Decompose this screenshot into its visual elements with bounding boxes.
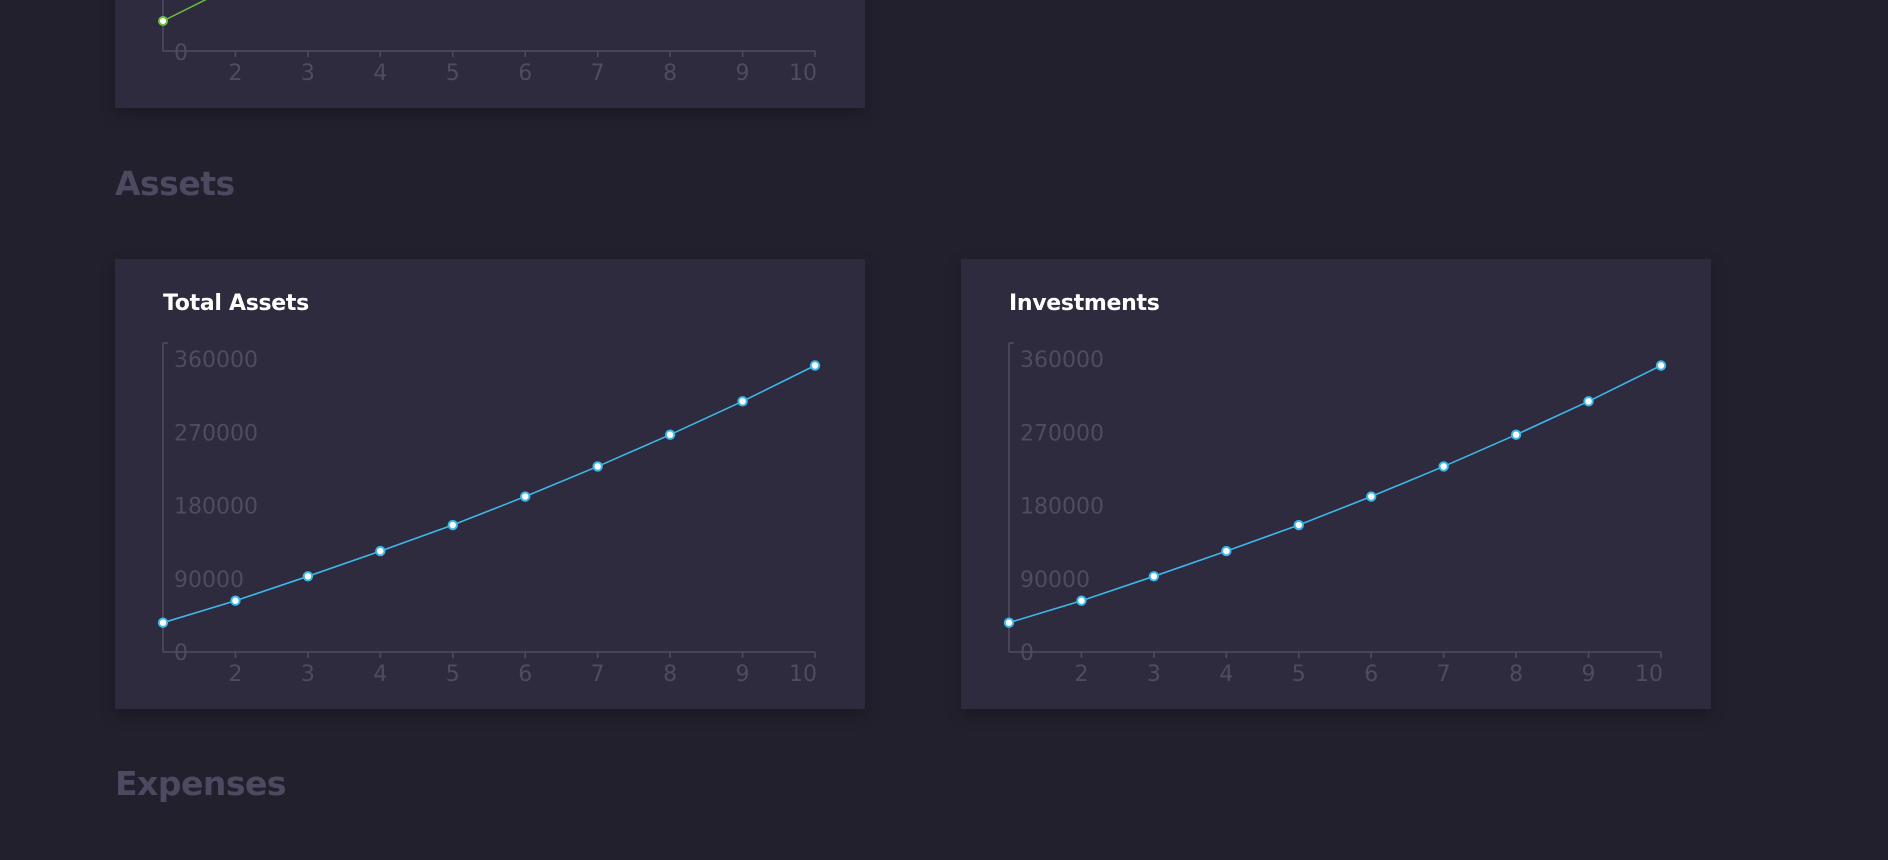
x-tick-label: 2 bbox=[228, 662, 242, 687]
x-tick-label: 9 bbox=[1582, 662, 1596, 687]
x-tick-label: 2 bbox=[1074, 662, 1088, 687]
x-tick-label: 6 bbox=[1364, 662, 1378, 687]
total-assets-card: Total Assets 0 90000 180000 270000 360000 2 3 4… bbox=[115, 259, 865, 709]
x-tick-label: 2 bbox=[228, 61, 242, 86]
x-tick-label: 8 bbox=[663, 61, 677, 86]
series-line bbox=[1008, 364, 1662, 624]
y-tick-label: 360000 bbox=[174, 348, 258, 373]
y-tick-label: 270000 bbox=[174, 421, 258, 446]
y-tick-label: 90000 bbox=[174, 568, 244, 593]
investments-line-chart: 0 90000 180000 270000 360000 2 3 4 5 6 7 8 9 10 bbox=[1003, 342, 1667, 687]
data-point bbox=[1076, 595, 1087, 606]
x-tick-label: 4 bbox=[373, 662, 387, 687]
series-line bbox=[162, 364, 816, 624]
chart-card-partial: 0 2 3 4 5 6 7 8 9 10 bbox=[115, 0, 865, 108]
data-point bbox=[157, 617, 169, 628]
x-tick-label: 7 bbox=[591, 662, 605, 687]
data-point bbox=[1293, 519, 1304, 531]
y-tick-label: 0 bbox=[1020, 641, 1034, 666]
x-tick-label: 3 bbox=[301, 662, 315, 687]
x-tick-label: 5 bbox=[446, 61, 460, 86]
data-point bbox=[1003, 617, 1015, 628]
data-point bbox=[520, 491, 531, 502]
x-tick-label: 4 bbox=[373, 61, 387, 86]
total-assets-line-chart: 0 90000 180000 270000 360000 2 3 4 5 6 7 8 9 10 bbox=[157, 342, 821, 687]
x-tick-label: 10 bbox=[789, 61, 817, 86]
assets-section-heading: Assets bbox=[115, 164, 235, 203]
x-tick-label: 8 bbox=[1509, 662, 1523, 687]
data-point bbox=[1148, 571, 1160, 582]
data-point bbox=[1438, 461, 1449, 472]
data-point bbox=[1583, 396, 1594, 407]
dashboard-page: 0 2 3 4 5 6 7 8 9 10 Assets Total Assets 0 90000 18… bbox=[0, 0, 1888, 860]
data-point bbox=[158, 16, 168, 26]
x-tick-label: 8 bbox=[663, 662, 677, 687]
x-tick-label: 6 bbox=[518, 61, 532, 86]
y-tick-label: 0 bbox=[174, 641, 188, 666]
x-tick-label: 10 bbox=[1635, 662, 1663, 687]
x-tick-label: 10 bbox=[789, 662, 817, 687]
x-tick-label: 6 bbox=[518, 662, 532, 687]
data-point bbox=[1366, 491, 1377, 502]
x-tick-label: 3 bbox=[301, 61, 315, 86]
x-tick-label: 5 bbox=[446, 662, 460, 687]
x-tick-label: 9 bbox=[736, 61, 750, 86]
y-tick-label: 0 bbox=[174, 41, 188, 66]
y-tick-label: 90000 bbox=[1020, 568, 1090, 593]
expenses-section-heading: Expenses bbox=[115, 764, 287, 803]
x-tick-label: 7 bbox=[1437, 662, 1451, 687]
data-point bbox=[302, 571, 314, 582]
data-point bbox=[447, 519, 458, 531]
x-tick-label: 4 bbox=[1219, 662, 1233, 687]
data-point bbox=[592, 461, 603, 472]
data-point bbox=[230, 595, 241, 606]
y-tick-label: 180000 bbox=[1020, 495, 1104, 520]
x-tick-label: 9 bbox=[736, 662, 750, 687]
data-point bbox=[737, 396, 748, 407]
data-point bbox=[375, 545, 386, 557]
data-point bbox=[1510, 429, 1522, 440]
data-point bbox=[664, 429, 676, 440]
partial-line-chart: 0 2 3 4 5 6 7 8 9 10 bbox=[158, 0, 817, 86]
series-line bbox=[162, 0, 207, 22]
data-point bbox=[1655, 360, 1667, 371]
investments-card: Investments 0 90000 180000 270000 360000 2 3 4 5… bbox=[961, 259, 1711, 709]
data-point bbox=[1221, 545, 1232, 557]
y-tick-label: 180000 bbox=[174, 495, 258, 520]
data-point bbox=[809, 360, 821, 371]
y-tick-label: 360000 bbox=[1020, 348, 1104, 373]
x-tick-label: 7 bbox=[591, 61, 605, 86]
x-tick-label: 3 bbox=[1147, 662, 1161, 687]
x-tick-label: 5 bbox=[1292, 662, 1306, 687]
y-tick-label: 270000 bbox=[1020, 421, 1104, 446]
